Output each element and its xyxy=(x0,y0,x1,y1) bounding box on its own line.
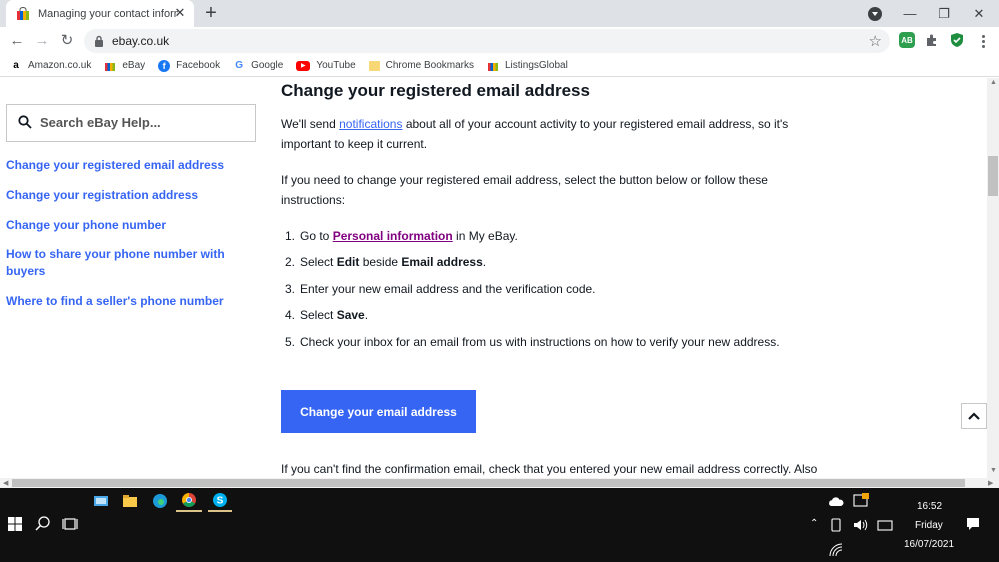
sidebar-link-find-seller-phone[interactable]: Where to find a seller's phone number xyxy=(6,293,246,310)
clock-date[interactable]: 16/07/2021 xyxy=(904,539,954,550)
lock-icon xyxy=(95,35,103,47)
search-placeholder: Search eBay Help... xyxy=(40,115,161,130)
step-1: 1. Go to Personal information in My eBay. xyxy=(285,229,518,243)
task-view-icon[interactable] xyxy=(61,515,79,533)
keyboard-icon[interactable] xyxy=(876,516,894,534)
tab-search-icon[interactable] xyxy=(868,7,882,21)
bookmark-chrome-bookmarks[interactable]: Chrome Bookmarks xyxy=(368,60,474,71)
restore-button[interactable]: ❐ xyxy=(927,0,961,27)
change-email-button[interactable]: Change your email address xyxy=(281,390,476,433)
browser-toolbar: ← → ↻ ebay.co.uk ☆ AB xyxy=(0,27,999,55)
new-tab-button[interactable]: + xyxy=(200,3,222,25)
step-3: 3. Enter your new email address and the v… xyxy=(285,282,596,296)
explorer-app-icon[interactable] xyxy=(92,492,110,510)
bookmarks-bar: a Amazon.co.uk eBay f Facebook G Google … xyxy=(0,55,999,77)
step-2: 2. Select Edit beside Email address. xyxy=(285,255,487,269)
bookmark-amazon[interactable]: a Amazon.co.uk xyxy=(10,60,91,72)
page-content: Search eBay Help... Change your register… xyxy=(0,78,987,478)
edge-icon[interactable] xyxy=(151,492,169,510)
browser-tab-active[interactable]: Managing your contact informat ✕ xyxy=(6,0,194,27)
address-bar[interactable]: ebay.co.uk ☆ xyxy=(84,29,890,53)
bookmark-google[interactable]: G Google xyxy=(233,60,283,72)
scroll-left-icon[interactable]: ◀ xyxy=(3,479,8,487)
sidebar-link-change-phone[interactable]: Change your phone number xyxy=(6,217,246,234)
url-text: ebay.co.uk xyxy=(112,34,170,48)
windows-taskbar: S ⌃ 16:52 Friday 16/07/2021 xyxy=(0,488,999,562)
confirmation-paragraph: If you can't find the confirmation email… xyxy=(281,462,818,476)
phone-link-icon[interactable] xyxy=(827,516,845,534)
search-icon xyxy=(18,115,32,129)
svg-text:S: S xyxy=(217,496,224,507)
bookmark-star-icon[interactable]: ☆ xyxy=(869,32,882,50)
scroll-up-icon[interactable]: ▲ xyxy=(990,79,997,86)
sidebar-link-change-email[interactable]: Change your registered email address xyxy=(6,157,246,174)
chrome-active-indicator xyxy=(176,510,202,512)
chrome-menu-icon[interactable] xyxy=(976,31,990,51)
facebook-icon: f xyxy=(158,59,171,72)
scroll-right-icon[interactable]: ▶ xyxy=(988,479,993,487)
puzzle-extensions-icon[interactable] xyxy=(924,32,940,48)
personal-information-link[interactable]: Personal information xyxy=(333,229,453,243)
tab-title: Managing your contact informat xyxy=(38,7,178,20)
chevron-up-tray-icon[interactable]: ⌃ xyxy=(810,518,818,529)
windows-start-icon[interactable] xyxy=(8,517,22,531)
bookmark-ebay[interactable]: eBay xyxy=(104,60,145,72)
notification-app-icon[interactable] xyxy=(852,492,870,510)
bookmark-listingsglobal[interactable]: ListingsGlobal xyxy=(487,60,568,72)
sidebar-link-share-phone[interactable]: How to share your phone number with buye… xyxy=(6,246,246,280)
step-4: 4. Select Save. xyxy=(285,308,369,322)
adblock-extension-icon[interactable]: AB xyxy=(899,32,915,48)
back-button[interactable]: ← xyxy=(7,31,27,51)
skype-active-indicator xyxy=(208,510,232,512)
amazon-icon: a xyxy=(13,60,19,71)
clock-time[interactable]: 16:52 xyxy=(917,501,942,512)
google-icon: G xyxy=(235,60,243,71)
ebay-bag-icon xyxy=(105,62,116,71)
intro-paragraph: We'll send notifications about all of yo… xyxy=(281,117,789,151)
clock-day[interactable]: Friday xyxy=(915,520,943,531)
vertical-scrollbar[interactable]: ▲ ▼ xyxy=(987,78,999,478)
wifi-icon[interactable] xyxy=(827,541,845,559)
close-tab-icon[interactable]: ✕ xyxy=(172,5,188,21)
volume-icon[interactable] xyxy=(851,516,869,534)
minimize-button[interactable]: — xyxy=(893,0,927,27)
horizontal-scroll-thumb[interactable] xyxy=(12,479,965,487)
listings-icon xyxy=(488,62,498,71)
help-search-input[interactable]: Search eBay Help... xyxy=(6,104,256,142)
file-explorer-icon[interactable] xyxy=(121,492,139,510)
notifications-link[interactable]: notifications xyxy=(339,117,402,131)
skype-icon[interactable]: S xyxy=(211,491,229,509)
reload-button[interactable]: ↻ xyxy=(57,31,77,51)
browser-tab-strip: Managing your contact informat ✕ + — ❐ ✕ xyxy=(0,0,999,27)
youtube-icon: ▶ xyxy=(296,60,311,71)
instructions-paragraph: If you need to change your registered em… xyxy=(281,173,768,207)
sidebar-link-change-registration-address[interactable]: Change your registration address xyxy=(6,187,246,204)
page-title: Change your registered email address xyxy=(281,81,590,100)
forward-button[interactable]: → xyxy=(32,31,52,51)
folder-icon xyxy=(368,60,380,71)
step-5: 5. Check your inbox for an email from us … xyxy=(285,335,780,349)
chevron-up-icon xyxy=(968,412,980,420)
vertical-scroll-thumb[interactable] xyxy=(988,156,998,196)
bookmark-youtube[interactable]: ▶ YouTube xyxy=(296,60,356,71)
chrome-icon[interactable] xyxy=(180,491,198,509)
search-icon[interactable] xyxy=(34,515,52,533)
back-to-top-button[interactable] xyxy=(961,403,987,429)
onedrive-icon[interactable] xyxy=(827,493,845,511)
close-window-button[interactable]: ✕ xyxy=(962,0,996,27)
ebay-bag-icon xyxy=(17,6,29,20)
horizontal-scrollbar[interactable]: ◀ ▶ xyxy=(0,478,999,488)
action-center-icon[interactable] xyxy=(964,515,982,533)
bookmark-facebook[interactable]: f Facebook xyxy=(158,59,220,72)
scroll-down-icon[interactable]: ▼ xyxy=(990,467,997,474)
shield-extension-icon[interactable] xyxy=(949,32,965,48)
